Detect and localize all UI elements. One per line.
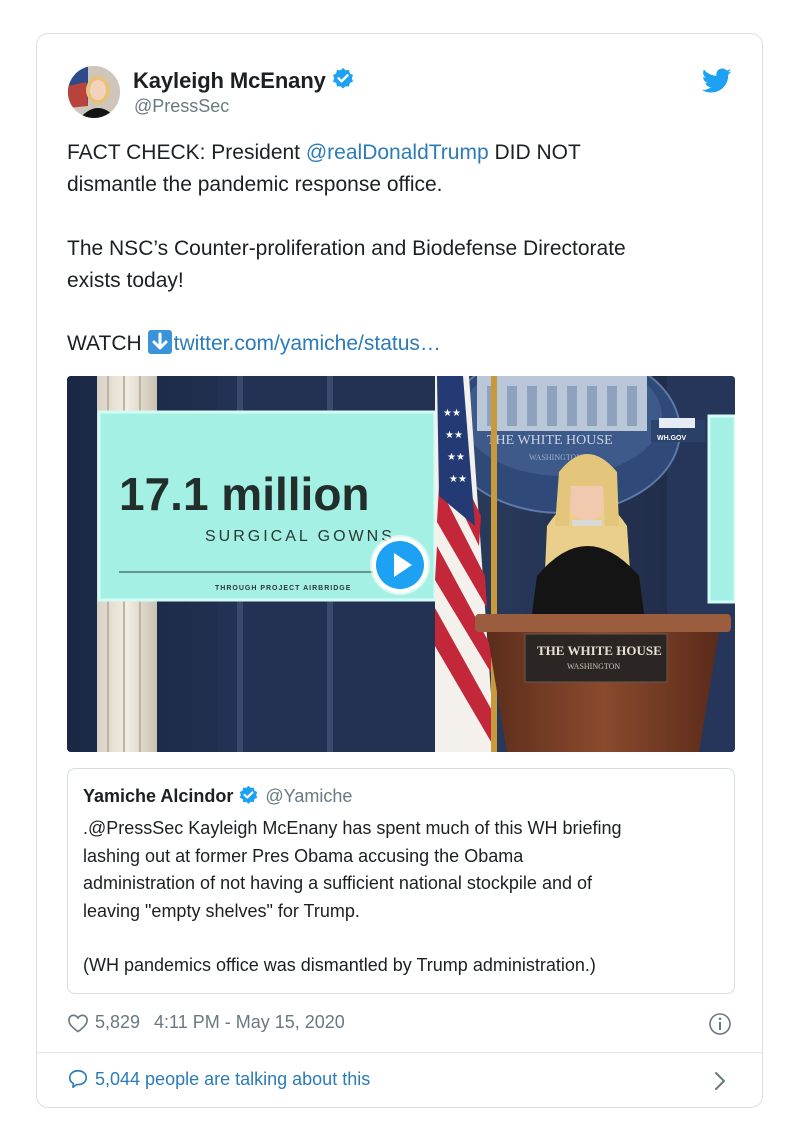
author-avatar[interactable] <box>68 66 120 118</box>
conversation-link[interactable]: 5,044 people are talking about this <box>67 1068 370 1090</box>
svg-text:★★: ★★ <box>445 430 463 441</box>
tweet-text-line1: FACT CHECK: President <box>67 141 306 164</box>
conversation-count[interactable]: 5,044 people are talking about this <box>95 1069 370 1090</box>
status-link[interactable]: twitter.com/yamiche/status… <box>174 332 441 355</box>
screen-subtitle: SURGICAL GOWNS <box>205 528 395 545</box>
tweet-text-para2: The NSC’s Counter-proliferation and Biod… <box>67 233 737 297</box>
wh-gov-bug: WH.GOV <box>657 435 686 442</box>
heart-icon[interactable] <box>67 1013 89 1033</box>
video-player[interactable]: THE WHITE HOUSE WASHINGTON WH.GOV 17.1 m… <box>67 376 735 752</box>
info-icon[interactable] <box>708 1012 732 1041</box>
tweet-meta: 5,829 4:11 PM - May 15, 2020 <box>67 1012 345 1033</box>
mention-link[interactable]: @realDonaldTrump <box>306 141 489 164</box>
quoted-text-line: lashing out at former Pres Obama accusin… <box>83 845 524 866</box>
svg-text:★★: ★★ <box>447 452 465 463</box>
like-count[interactable]: 5,829 <box>95 1012 140 1033</box>
quoted-text-line: (WH pandemics office was dismantled by T… <box>83 955 596 975</box>
tweet-text-line1-end: DID NOT <box>488 141 581 164</box>
quoted-author-name[interactable]: Yamiche Alcindor <box>83 786 233 806</box>
podium-subtitle: WASHINGTON <box>567 662 620 671</box>
tweet-text-line4: exists today! <box>67 269 184 292</box>
svg-text:★★: ★★ <box>449 474 467 485</box>
screen-footnote: THROUGH PROJECT AIRBRIDGE <box>215 585 351 592</box>
tweet-text-para3: WATCH twitter.com/yamiche/status… <box>67 328 737 360</box>
quoted-tweet-text: .@PressSec Kayleigh McEnany has spent mu… <box>83 815 723 980</box>
author-handle[interactable]: @PressSec <box>134 96 229 117</box>
speech-bubble-icon <box>67 1068 89 1090</box>
verified-badge-icon <box>331 67 355 97</box>
play-button[interactable] <box>372 537 428 593</box>
watch-label: WATCH <box>67 332 142 355</box>
quoted-text-line: .@PressSec Kayleigh McEnany has spent mu… <box>83 818 622 838</box>
embedded-tweet-card: Kayleigh McEnany @PressSec FACT CHECK: P… <box>36 33 763 1108</box>
verified-badge-icon <box>238 785 259 811</box>
svg-text:★★: ★★ <box>443 408 461 419</box>
author-name-text[interactable]: Kayleigh McEnany <box>133 68 326 93</box>
quoted-text-line: administration of not having a sufficien… <box>83 873 592 893</box>
podium-title: THE WHITE HOUSE <box>537 643 662 658</box>
play-icon <box>376 541 424 589</box>
down-arrow-icon <box>147 330 172 354</box>
quoted-author-handle[interactable]: @Yamiche <box>265 786 352 806</box>
quoted-text-line: leaving "empty shelves" for Trump. <box>83 900 360 921</box>
tweet-text-line2: dismantle the pandemic response office. <box>67 173 443 196</box>
podium: THE WHITE HOUSE WASHINGTON <box>475 614 731 752</box>
author-name[interactable]: Kayleigh McEnany <box>133 67 355 97</box>
tweet-text-line3: The NSC’s Counter-proliferation and Biod… <box>67 237 626 260</box>
seal-text: THE WHITE HOUSE <box>487 433 613 448</box>
chevron-right-icon[interactable] <box>712 1070 728 1097</box>
tweet-text-para1: FACT CHECK: President @realDonaldTrump D… <box>67 137 737 201</box>
tweet-timestamp[interactable]: 4:11 PM - May 15, 2020 <box>154 1012 345 1033</box>
twitter-bird-icon[interactable] <box>701 68 732 99</box>
quoted-author[interactable]: Yamiche Alcindor @Yamiche <box>83 785 352 811</box>
quoted-tweet[interactable]: Yamiche Alcindor @Yamiche .@PressSec Kayl… <box>67 768 735 994</box>
screen-number: 17.1 million <box>119 468 370 520</box>
divider <box>37 1052 762 1053</box>
